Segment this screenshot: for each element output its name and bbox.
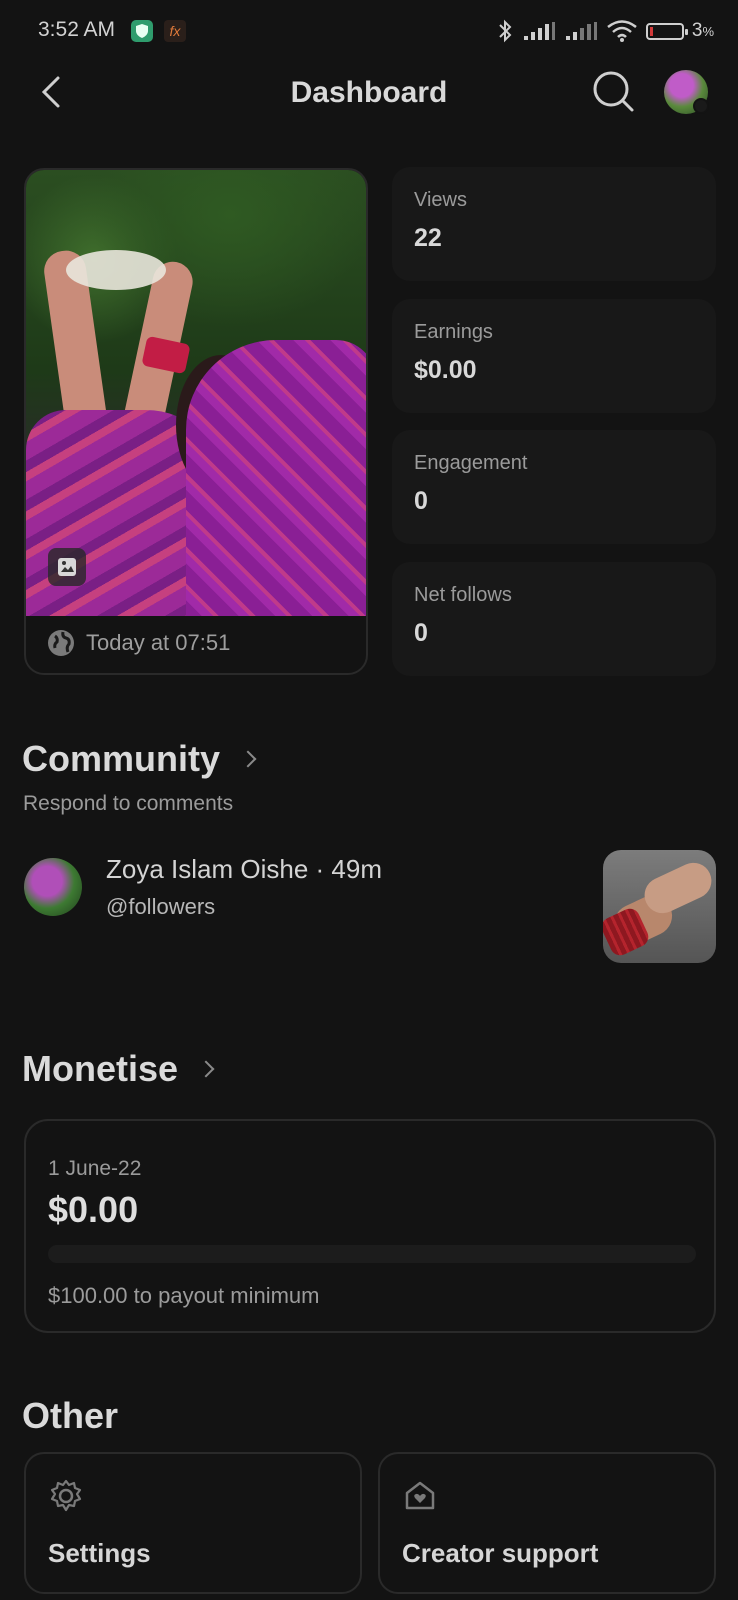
community-subtitle: Respond to comments (23, 792, 234, 815)
search-icon (593, 71, 634, 112)
globe-icon (48, 630, 74, 656)
search-button[interactable] (590, 68, 638, 116)
monetise-period: 1 June-22 (48, 1157, 142, 1180)
payout-progress-bar (48, 1245, 696, 1263)
payout-note: $100.00 to payout minimum (48, 1283, 320, 1308)
stat-card-engagement[interactable]: Engagement 0 (392, 430, 716, 544)
signal-icon (565, 22, 597, 40)
community-header[interactable]: Community (22, 738, 257, 780)
signal-icon (523, 22, 555, 40)
stat-value: 0 (414, 619, 428, 647)
other-title: Other (22, 1395, 119, 1436)
post-image (26, 170, 366, 616)
monetise-card[interactable]: 1 June-22 $0.00 $100.00 to payout minimu… (24, 1119, 716, 1333)
bluetooth-icon (499, 19, 512, 43)
stat-label: Net follows (414, 584, 512, 606)
stat-card-earnings[interactable]: Earnings $0.00 (392, 299, 716, 413)
wifi-icon (607, 20, 637, 42)
battery-percent: 3% (691, 20, 714, 41)
post-card[interactable]: Today at 07:51 (24, 168, 368, 675)
chevron-right-icon (239, 750, 257, 768)
comment-author-time[interactable]: Zoya Islam Oishe · 49m (106, 854, 382, 885)
support-heart-icon (405, 1481, 435, 1510)
stat-label: Earnings (414, 321, 493, 343)
chevron-right-icon (197, 1060, 215, 1078)
monetise-header[interactable]: Monetise (22, 1048, 215, 1090)
creator-support-button[interactable]: Creator support (378, 1452, 716, 1594)
stat-value: $0.00 (414, 356, 477, 384)
settings-button[interactable]: Settings (24, 1452, 362, 1594)
stat-value: 22 (414, 224, 442, 252)
commenter-avatar[interactable] (24, 858, 82, 916)
post-date-row: Today at 07:51 (46, 621, 230, 665)
settings-label: Settings (48, 1538, 151, 1568)
monetise-title: Monetise (22, 1048, 179, 1089)
gear-icon (50, 1479, 82, 1512)
community-title: Community (22, 738, 220, 779)
stat-label: Views (414, 189, 467, 211)
battery-icon (645, 22, 688, 40)
post-date: Today at 07:51 (86, 630, 231, 655)
stat-value: 0 (414, 487, 428, 515)
comment-post-thumbnail[interactable] (603, 850, 716, 963)
creator-support-label: Creator support (402, 1538, 599, 1568)
shield-icon (131, 20, 153, 42)
stat-card-views[interactable]: Views 22 (392, 167, 716, 281)
fx-app-icon: fx (164, 20, 186, 42)
stat-card-net-follows[interactable]: Net follows 0 (392, 562, 716, 676)
profile-avatar[interactable] (664, 70, 709, 114)
stat-label: Engagement (414, 452, 528, 474)
comment-text: @followers (106, 894, 216, 919)
image-icon (48, 548, 86, 586)
monetise-amount: $0.00 (48, 1189, 139, 1230)
status-time: 3:52 AM (38, 18, 116, 41)
status-icons: 3% (496, 14, 714, 48)
